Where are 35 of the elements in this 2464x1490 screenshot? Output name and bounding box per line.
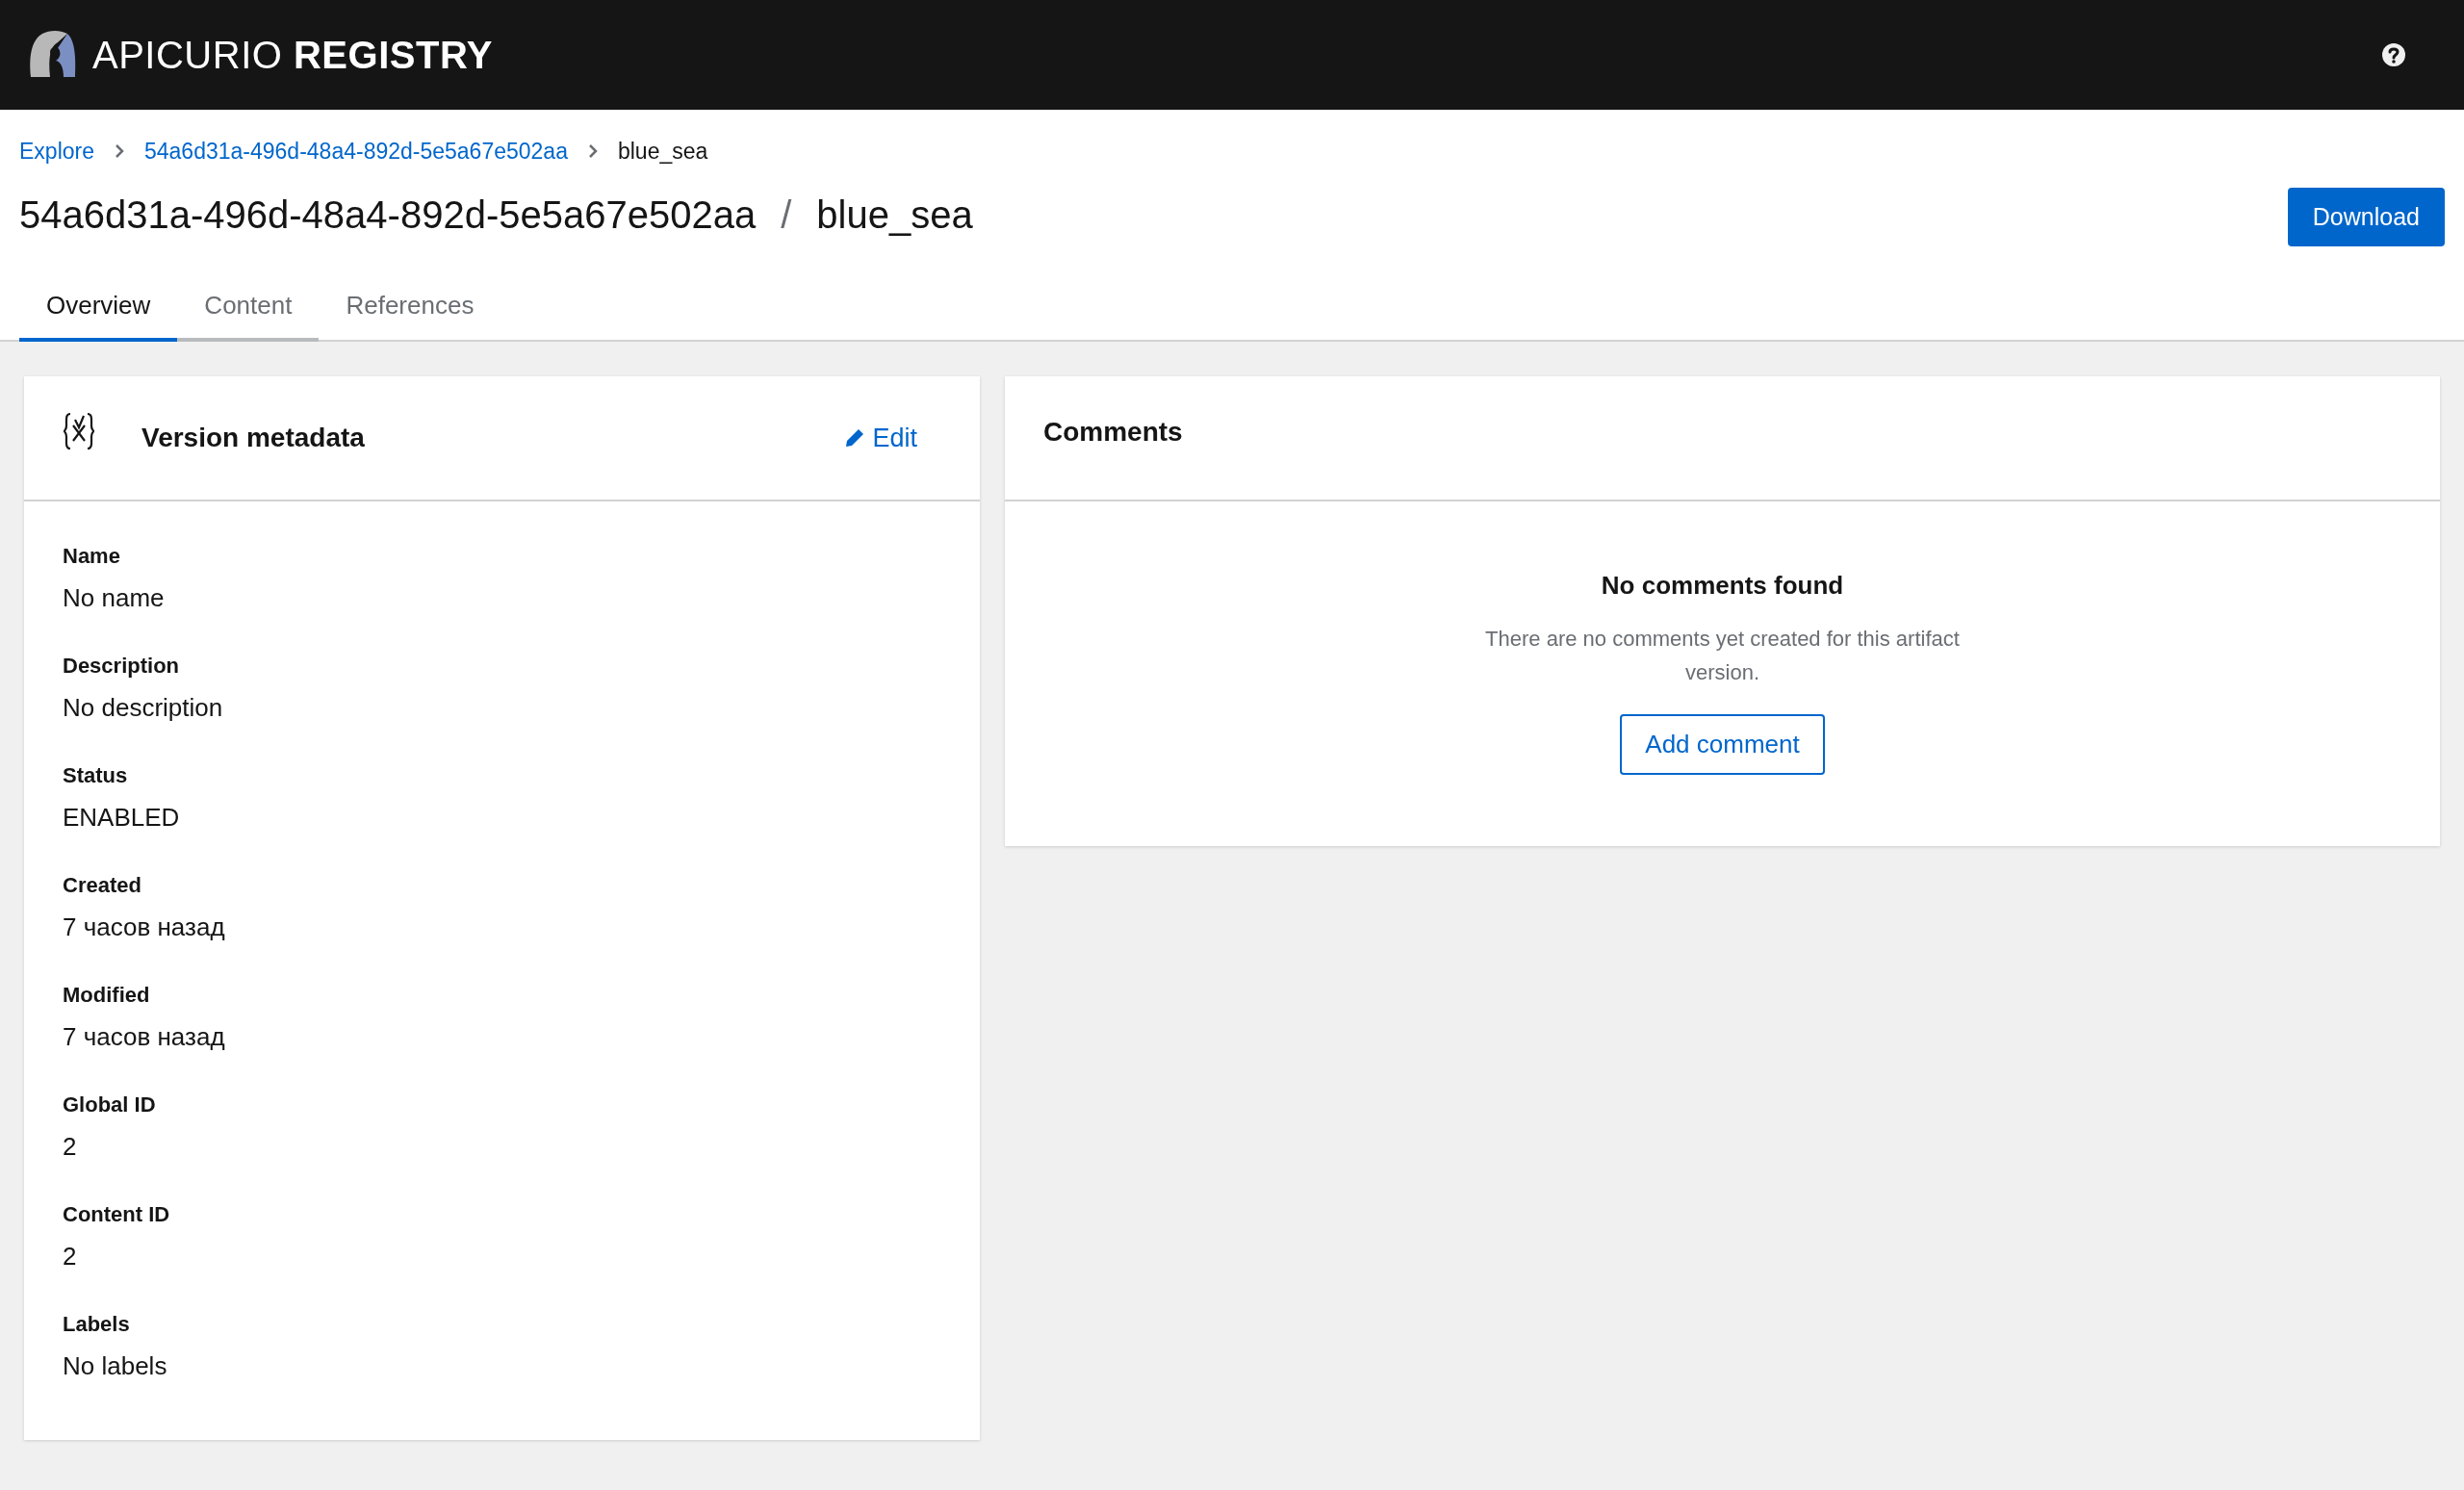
field-value: 7 часов назад xyxy=(63,1021,226,1053)
help-icon[interactable] xyxy=(2381,42,2406,67)
field-value: 2 xyxy=(63,1241,78,1272)
edit-link[interactable]: Edit xyxy=(843,418,917,458)
breadcrumb-link[interactable]: Explore xyxy=(19,135,94,168)
card-title: Comments xyxy=(1043,416,1183,449)
field-label: Description xyxy=(63,653,181,680)
empty-state-text: There are no comments yet created for this artifact version. xyxy=(1484,626,1961,687)
field-label: Content ID xyxy=(63,1201,171,1228)
field-label: Created xyxy=(63,872,142,899)
variable-icon xyxy=(63,412,95,450)
tab[interactable]: References xyxy=(319,281,501,342)
field-value: No labels xyxy=(63,1350,168,1382)
logo-text: APICURIO REGISTRY xyxy=(92,33,493,78)
field-value: No name xyxy=(63,582,166,614)
download-button[interactable]: Download xyxy=(2287,187,2445,246)
breadcrumb-link[interactable]: 54a6d31a-496d-48a4-892d-5e5a67e502aa xyxy=(144,135,568,168)
field-value: 7 часов назад xyxy=(63,912,226,943)
field-label: Modified xyxy=(63,982,151,1009)
page-title: 54a6d31a-496d-48a4-892d-5e5a67e502aa / blue_sea xyxy=(19,192,973,238)
field-label: Labels xyxy=(63,1311,131,1338)
field-label: Name xyxy=(63,543,121,570)
field-value: ENABLED xyxy=(63,802,181,834)
tab[interactable]: Content xyxy=(177,281,320,342)
chevron-icon xyxy=(586,144,599,159)
field-value: No description xyxy=(63,692,224,724)
field-label: Status xyxy=(63,762,129,789)
breadcrumb-current: blue_sea xyxy=(617,138,708,166)
field-value: 2 xyxy=(63,1131,78,1163)
tab[interactable]: Overview xyxy=(19,281,178,342)
card-title: Version metadata xyxy=(141,422,365,454)
add-comment-button[interactable]: Add comment xyxy=(1620,714,1825,776)
field-label: Global ID xyxy=(63,1092,157,1118)
chevron-icon xyxy=(114,144,125,159)
empty-state-title: No comments found xyxy=(1601,570,1844,602)
